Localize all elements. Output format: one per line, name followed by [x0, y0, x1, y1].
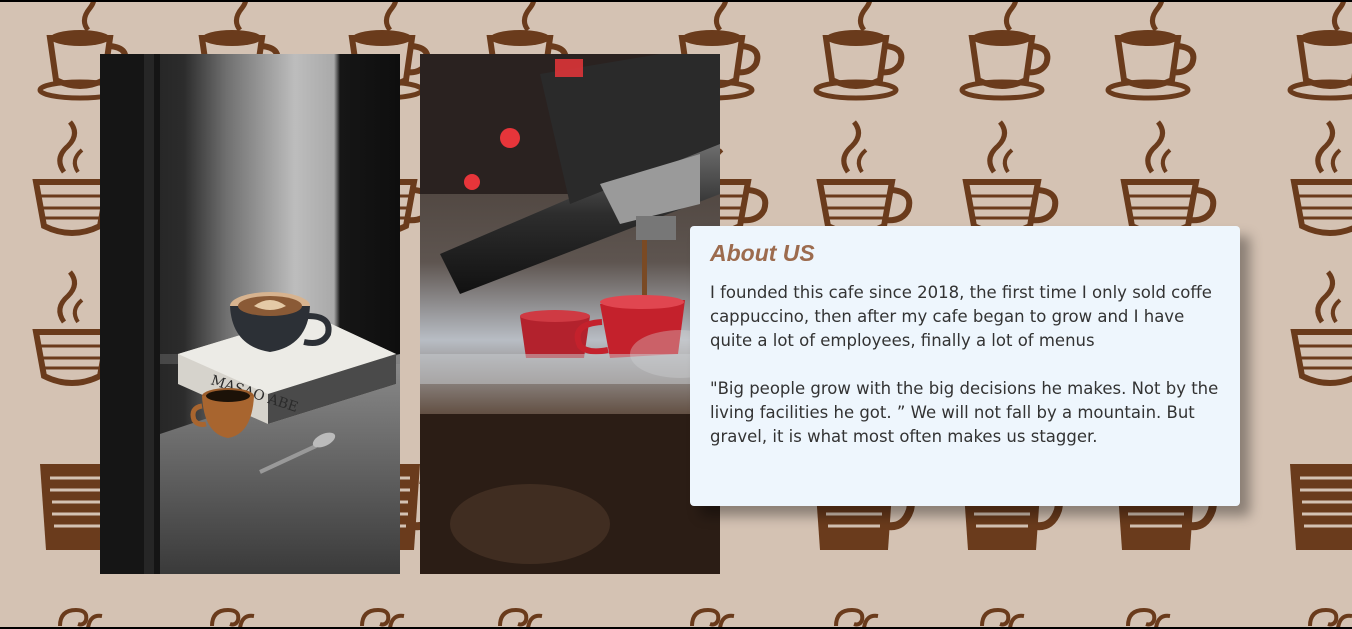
about-card: About US I founded this cafe since 2018,… — [690, 226, 1240, 506]
about-section: MASAO ABE About US I founded this cafe s… — [0, 0, 1352, 629]
espresso-machine-photo — [420, 54, 720, 574]
about-paragraph-1: I founded this cafe since 2018, the firs… — [710, 283, 1212, 350]
about-title: About US — [710, 240, 815, 266]
coffee-cup-on-book-photo: MASAO ABE — [100, 54, 400, 574]
about-paragraph-2: "Big people grow with the big decisions … — [710, 379, 1219, 446]
